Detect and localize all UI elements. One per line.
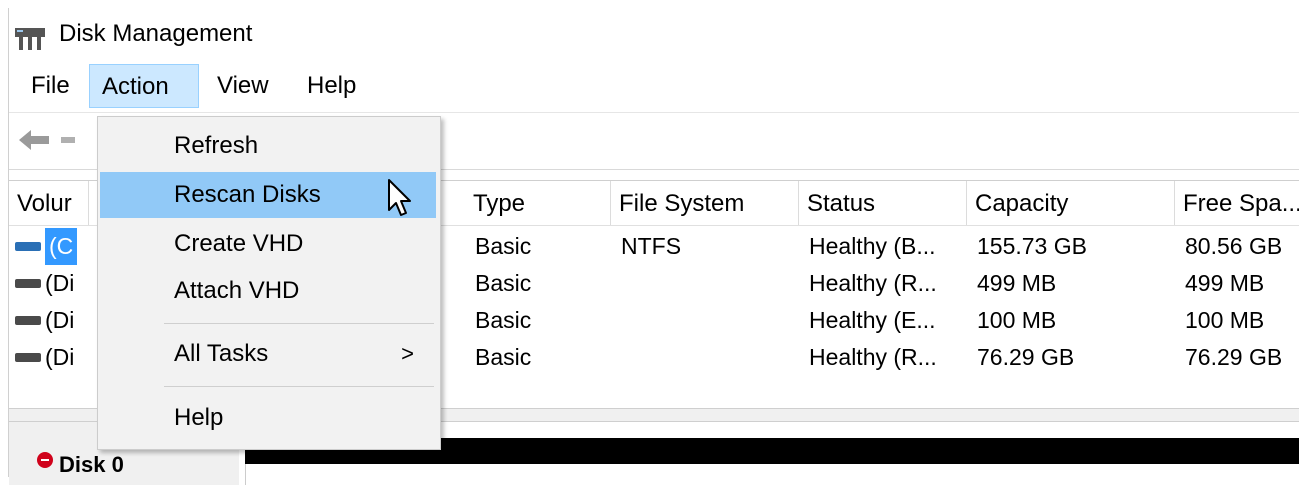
cell-status: Healthy (E... <box>809 307 936 333</box>
cell-type: Basic <box>475 233 532 259</box>
menu-item-help[interactable]: Help <box>100 395 436 441</box>
volume-name: (Di <box>45 344 75 370</box>
menu-bar: File Action View Help <box>9 62 1299 110</box>
title-bar: Disk Management <box>9 8 1299 60</box>
cell-capacity: 155.73 GB <box>977 233 1087 259</box>
disk-name: Disk 0 <box>59 452 124 477</box>
volume-name: (Di <box>45 307 75 333</box>
column-header-free-space[interactable]: Free Spa... <box>1175 181 1299 225</box>
cell-capacity: 76.29 GB <box>977 344 1075 370</box>
back-arrow-icon[interactable] <box>19 127 53 153</box>
cell-status: Healthy (R... <box>809 270 937 296</box>
volume-name: (Di <box>45 270 75 296</box>
cell-type: Basic <box>475 270 532 296</box>
menu-file[interactable]: File <box>19 64 82 108</box>
cell-free-space: 499 MB <box>1185 270 1265 296</box>
action-menu-dropdown: Refresh Rescan Disks Create VHD Attach V… <box>97 116 441 450</box>
cell-free-space: 80.56 GB <box>1185 233 1283 259</box>
menu-item-create-vhd[interactable]: Create VHD <box>100 221 436 267</box>
volume-drive-icon <box>15 316 41 325</box>
volume-drive-icon <box>15 279 41 288</box>
menu-view[interactable]: View <box>205 64 281 108</box>
menu-separator <box>164 323 434 324</box>
menu-item-all-tasks-label: All Tasks <box>174 340 269 367</box>
mouse-pointer-icon <box>388 179 411 216</box>
window-title: Disk Management <box>59 20 253 47</box>
cell-status: Healthy (B... <box>809 233 936 259</box>
menu-item-attach-vhd[interactable]: Attach VHD <box>100 268 436 314</box>
menu-separator <box>164 386 434 387</box>
cell-type: Basic <box>475 344 532 370</box>
cell-free-space: 100 MB <box>1185 307 1265 333</box>
column-header-volume[interactable]: Volur <box>9 181 89 225</box>
cell-file-system: NTFS <box>621 233 682 259</box>
disk-management-window: Disk Management File Action View Help Vo… <box>8 8 1300 485</box>
menu-item-rescan-disks[interactable]: Rescan Disks <box>100 172 436 218</box>
menu-help[interactable]: Help <box>295 64 368 108</box>
menu-item-all-tasks[interactable]: All Tasks > <box>100 331 436 377</box>
cell-capacity: 499 MB <box>977 270 1057 296</box>
forward-arrow-icon[interactable] <box>61 135 75 145</box>
column-header-type[interactable]: Type <box>465 181 611 225</box>
cell-status: Healthy (R... <box>809 344 937 370</box>
volume-drive-icon <box>15 242 41 251</box>
cell-free-space: 76.29 GB <box>1185 344 1283 370</box>
column-header-capacity[interactable]: Capacity <box>967 181 1175 225</box>
menu-item-refresh[interactable]: Refresh <box>100 123 436 169</box>
disk-error-icon <box>37 452 53 468</box>
submenu-arrow-icon: > <box>401 341 414 366</box>
disk-management-app-icon <box>15 28 45 50</box>
column-header-file-system[interactable]: File System <box>611 181 799 225</box>
column-header-status[interactable]: Status <box>799 181 967 225</box>
menu-action[interactable]: Action <box>89 64 199 108</box>
volume-drive-icon <box>15 353 41 362</box>
cell-capacity: 100 MB <box>977 307 1057 333</box>
cell-type: Basic <box>475 307 532 333</box>
volume-name: (C <box>45 228 78 265</box>
disk-0-partition-area[interactable] <box>245 464 1300 485</box>
